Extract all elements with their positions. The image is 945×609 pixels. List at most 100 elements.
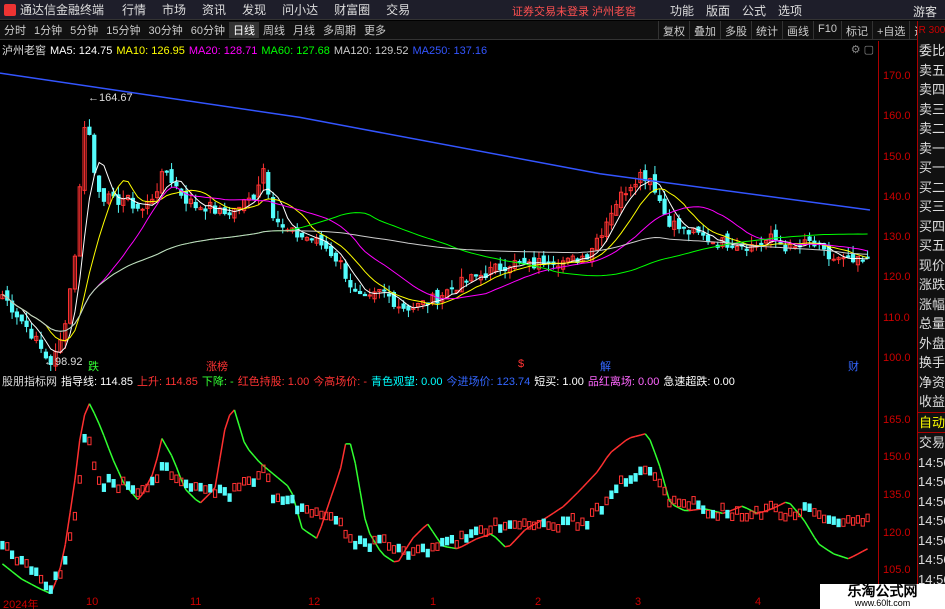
sidebar-item-12[interactable]: 涨跌	[918, 275, 945, 295]
sidebar-item-21[interactable]: 14:56	[918, 453, 945, 473]
indicator-bar	[0, 540, 5, 550]
indicator-bar	[821, 514, 827, 524]
ma-legend-item: MA250: 137.16	[412, 45, 488, 57]
period-tab-4[interactable]: 30分钟	[145, 22, 187, 38]
sidebar-item-5[interactable]: 卖一	[918, 139, 945, 159]
sidebar-item-10[interactable]: 买五	[918, 236, 945, 256]
indicator-bar	[304, 505, 310, 514]
sidebar-item-7[interactable]: 买二	[918, 178, 945, 198]
sidebar-item-1[interactable]: 卖五	[918, 61, 945, 81]
sidebar-item-17[interactable]: 净资	[918, 373, 945, 393]
candle-body	[266, 172, 271, 195]
guide-line-segment	[229, 409, 235, 416]
menu-item-2[interactable]: 资讯	[194, 1, 234, 18]
period-tab-1[interactable]: 1分钟	[30, 22, 66, 38]
sidebar-item-0[interactable]: 委比	[918, 41, 945, 61]
guide-line-segment	[93, 412, 100, 425]
indicator-bar	[749, 510, 754, 520]
period-tab-0[interactable]: 分时	[0, 22, 30, 38]
toolbar-button-7[interactable]: +自选	[871, 21, 909, 40]
panel-settings-icon[interactable]: ⚙ ▢	[851, 43, 874, 56]
sidebar-item-9[interactable]: 买四	[918, 217, 945, 237]
sidebar-item-25[interactable]: 14:56	[918, 531, 945, 551]
top-right-item-1[interactable]: 版面	[700, 2, 736, 19]
sidebar-item-15[interactable]: 外盘	[918, 334, 945, 354]
sidebar-item-20[interactable]: 交易	[918, 433, 945, 453]
indicator-legend-item: 急速超跌: 0.00	[663, 376, 735, 388]
period-tab-10[interactable]: 更多	[360, 22, 390, 38]
toolbar-button-5[interactable]: F10	[813, 21, 841, 40]
indicator-bar	[449, 534, 455, 544]
sidebar-item-18[interactable]: 收益	[918, 392, 945, 412]
sidebar-item-16[interactable]: 换手	[918, 353, 945, 373]
period-tab-5[interactable]: 60分钟	[187, 22, 229, 38]
login-notice[interactable]: 证券交易未登录 泸州老窖	[512, 3, 636, 19]
menu-item-4[interactable]: 问小达	[274, 1, 326, 18]
menu-item-1[interactable]: 市场	[154, 1, 194, 18]
guide-line-segment	[369, 533, 376, 543]
candle-body	[396, 306, 401, 309]
sidebar-item-19[interactable]: 自动	[918, 411, 945, 433]
indicator-bar	[580, 517, 585, 527]
indicator-panel[interactable]: 股朋指标网 指导线: 114.85 上升: 114.85 下降: - 红色持股: 1.0…	[0, 372, 878, 598]
period-tab-8[interactable]: 月线	[289, 22, 319, 38]
menu-item-0[interactable]: 行情	[114, 1, 154, 18]
sidebar-item-6[interactable]: 买一	[918, 158, 945, 178]
period-tab-6[interactable]: 日线	[229, 22, 259, 38]
sidebar-item-8[interactable]: 买三	[918, 197, 945, 217]
period-tab-9[interactable]: 多周期	[319, 22, 360, 38]
guest-label[interactable]: 游客	[913, 3, 937, 20]
guide-line-segment	[644, 433, 651, 441]
period-tab-2[interactable]: 5分钟	[66, 22, 102, 38]
menu-item-5[interactable]: 财富圈	[326, 1, 378, 18]
indicator-chart[interactable]	[0, 372, 878, 598]
guide-line-segment	[446, 546, 453, 549]
candle-body	[251, 194, 256, 201]
toolbar-button-0[interactable]: 复权	[658, 21, 689, 40]
toolbar-button-4[interactable]: 画线	[782, 21, 813, 40]
toolbar-button-2[interactable]: 多股	[720, 21, 751, 40]
top-right-item-3[interactable]: 选项	[772, 2, 808, 19]
candle-body	[473, 274, 479, 277]
sidebar-item-14[interactable]: 总量	[918, 314, 945, 334]
candle-body	[19, 314, 24, 322]
candle-body	[710, 242, 716, 245]
indicator-bar	[5, 542, 10, 551]
price-tick: 130.0	[883, 231, 911, 244]
indicator-bar	[116, 484, 121, 494]
toolbar-button-3[interactable]: 统计	[751, 21, 782, 40]
guide-line-segment	[654, 452, 661, 467]
indicator-bar	[111, 479, 116, 488]
guide-line-segment	[572, 492, 579, 498]
sidebar-item-23[interactable]: 14:56	[918, 492, 945, 512]
top-right-item-2[interactable]: 公式	[736, 2, 772, 19]
sidebar-item-22[interactable]: 14:56	[918, 472, 945, 492]
sidebar-item-2[interactable]: 卖四	[918, 80, 945, 100]
sidebar-item-24[interactable]: 14:56	[918, 511, 945, 531]
guide-line-segment	[16, 574, 23, 580]
sidebar-item-3[interactable]: 卖三	[918, 100, 945, 120]
menu-item-3[interactable]: 发现	[234, 1, 274, 18]
toolbar-button-1[interactable]: 叠加	[689, 21, 720, 40]
period-tab-7[interactable]: 周线	[259, 22, 289, 38]
period-tab-3[interactable]: 15分钟	[102, 22, 144, 38]
kline-panel[interactable]: 泸州老窖 MA5: 124.75 MA10: 126.95 MA20: 128.71 M…	[0, 41, 878, 373]
indicator-bar	[183, 479, 189, 489]
kline-chart[interactable]	[0, 41, 878, 371]
date-tick: 3	[635, 596, 642, 608]
sidebar-item-13[interactable]: 涨幅	[918, 295, 945, 315]
guide-line-segment	[663, 483, 671, 501]
guide-line-segment	[6, 567, 13, 573]
guide-line-segment	[31, 583, 37, 588]
menu-item-6[interactable]: 交易	[378, 1, 418, 18]
indicator-bar	[227, 493, 232, 502]
sidebar-item-11[interactable]: 现价	[918, 256, 945, 276]
indicator-bar	[609, 490, 614, 500]
indicator-bar	[531, 521, 537, 531]
price-tick: 160.0	[883, 110, 911, 123]
sidebar-item-4[interactable]: 卖二	[918, 119, 945, 139]
top-right-item-0[interactable]: 功能	[664, 2, 700, 19]
sidebar-item-26[interactable]: 14:56	[918, 550, 945, 570]
indicator-bar	[164, 462, 169, 471]
toolbar-button-6[interactable]: 标记	[840, 21, 872, 40]
